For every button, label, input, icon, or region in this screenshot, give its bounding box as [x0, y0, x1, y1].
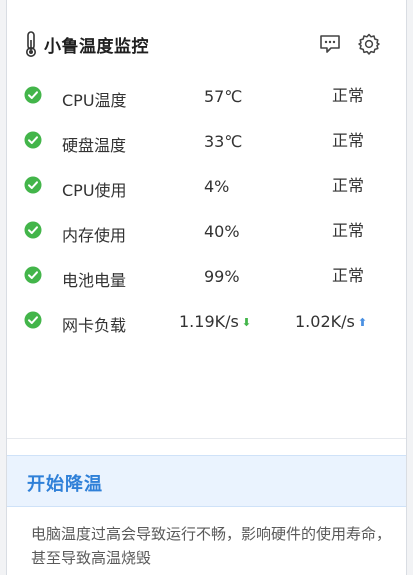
thermometer-icon [24, 30, 38, 58]
metric-row-disk-temp: 硬盘温度 33℃ 正常 [7, 123, 406, 168]
gear-icon [357, 32, 381, 56]
metric-label: 硬盘温度 [62, 136, 127, 155]
metric-value: 99% [204, 267, 240, 286]
upload-speed: 1.02K/s ⬆ [295, 312, 367, 331]
header: 小鲁温度监控 [7, 0, 406, 68]
cooling-description: 电脑温度过高会导致运行不畅，影响硬件的使用寿命，甚至导致高温烧毁 [31, 525, 392, 567]
metric-label: 电池电量 [62, 271, 127, 290]
metrics-list: CPU温度 57℃ 正常 硬盘温度 33℃ 正常 CPU使用 4% 正常 内存使… [7, 78, 406, 348]
check-circle-icon [24, 221, 42, 239]
download-value: 1.19K/s [179, 312, 239, 331]
start-cooling-label: 开始降温 [27, 474, 103, 495]
check-circle-icon [24, 86, 42, 104]
metric-row-network: 网卡负载 1.19K/s ⬇ 1.02K/s ⬆ [7, 303, 406, 348]
chat-bubble-icon [318, 32, 342, 56]
check-circle-icon [24, 311, 42, 329]
download-speed: 1.19K/s ⬇ [179, 312, 251, 331]
check-circle-icon [24, 266, 42, 284]
metric-status: 正常 [332, 221, 365, 240]
metric-label: 内存使用 [62, 226, 127, 245]
check-circle-icon [24, 176, 42, 194]
feedback-button[interactable] [318, 32, 342, 56]
metric-label: CPU使用 [62, 181, 127, 200]
metric-value: 40% [204, 222, 240, 241]
monitor-panel: 小鲁温度监控 CPU温度 57℃ 正常 硬盘温度 33℃ 正常 CPU使用 4%… [6, 0, 407, 575]
metric-status: 正常 [332, 131, 365, 150]
arrow-down-icon: ⬇ [241, 316, 252, 329]
metric-label: CPU温度 [62, 91, 127, 110]
metric-status: 正常 [332, 86, 365, 105]
start-cooling-button[interactable]: 开始降温 [7, 455, 406, 507]
settings-button[interactable] [357, 32, 381, 56]
check-circle-icon [24, 131, 42, 149]
metric-row-cpu-usage: CPU使用 4% 正常 [7, 168, 406, 213]
metric-row-cpu-temp: CPU温度 57℃ 正常 [7, 78, 406, 123]
metric-label: 网卡负载 [62, 316, 127, 335]
metric-value: 57℃ [204, 87, 243, 106]
upload-value: 1.02K/s [295, 312, 355, 331]
metric-value: 33℃ [204, 132, 243, 151]
metric-status: 正常 [332, 266, 365, 285]
metric-value: 4% [204, 177, 230, 196]
app-title: 小鲁温度监控 [44, 37, 149, 57]
metric-status: 正常 [332, 176, 365, 195]
metric-row-battery: 电池电量 99% 正常 [7, 258, 406, 303]
divider [7, 438, 406, 439]
arrow-up-icon: ⬆ [357, 316, 368, 329]
metric-row-memory-usage: 内存使用 40% 正常 [7, 213, 406, 258]
